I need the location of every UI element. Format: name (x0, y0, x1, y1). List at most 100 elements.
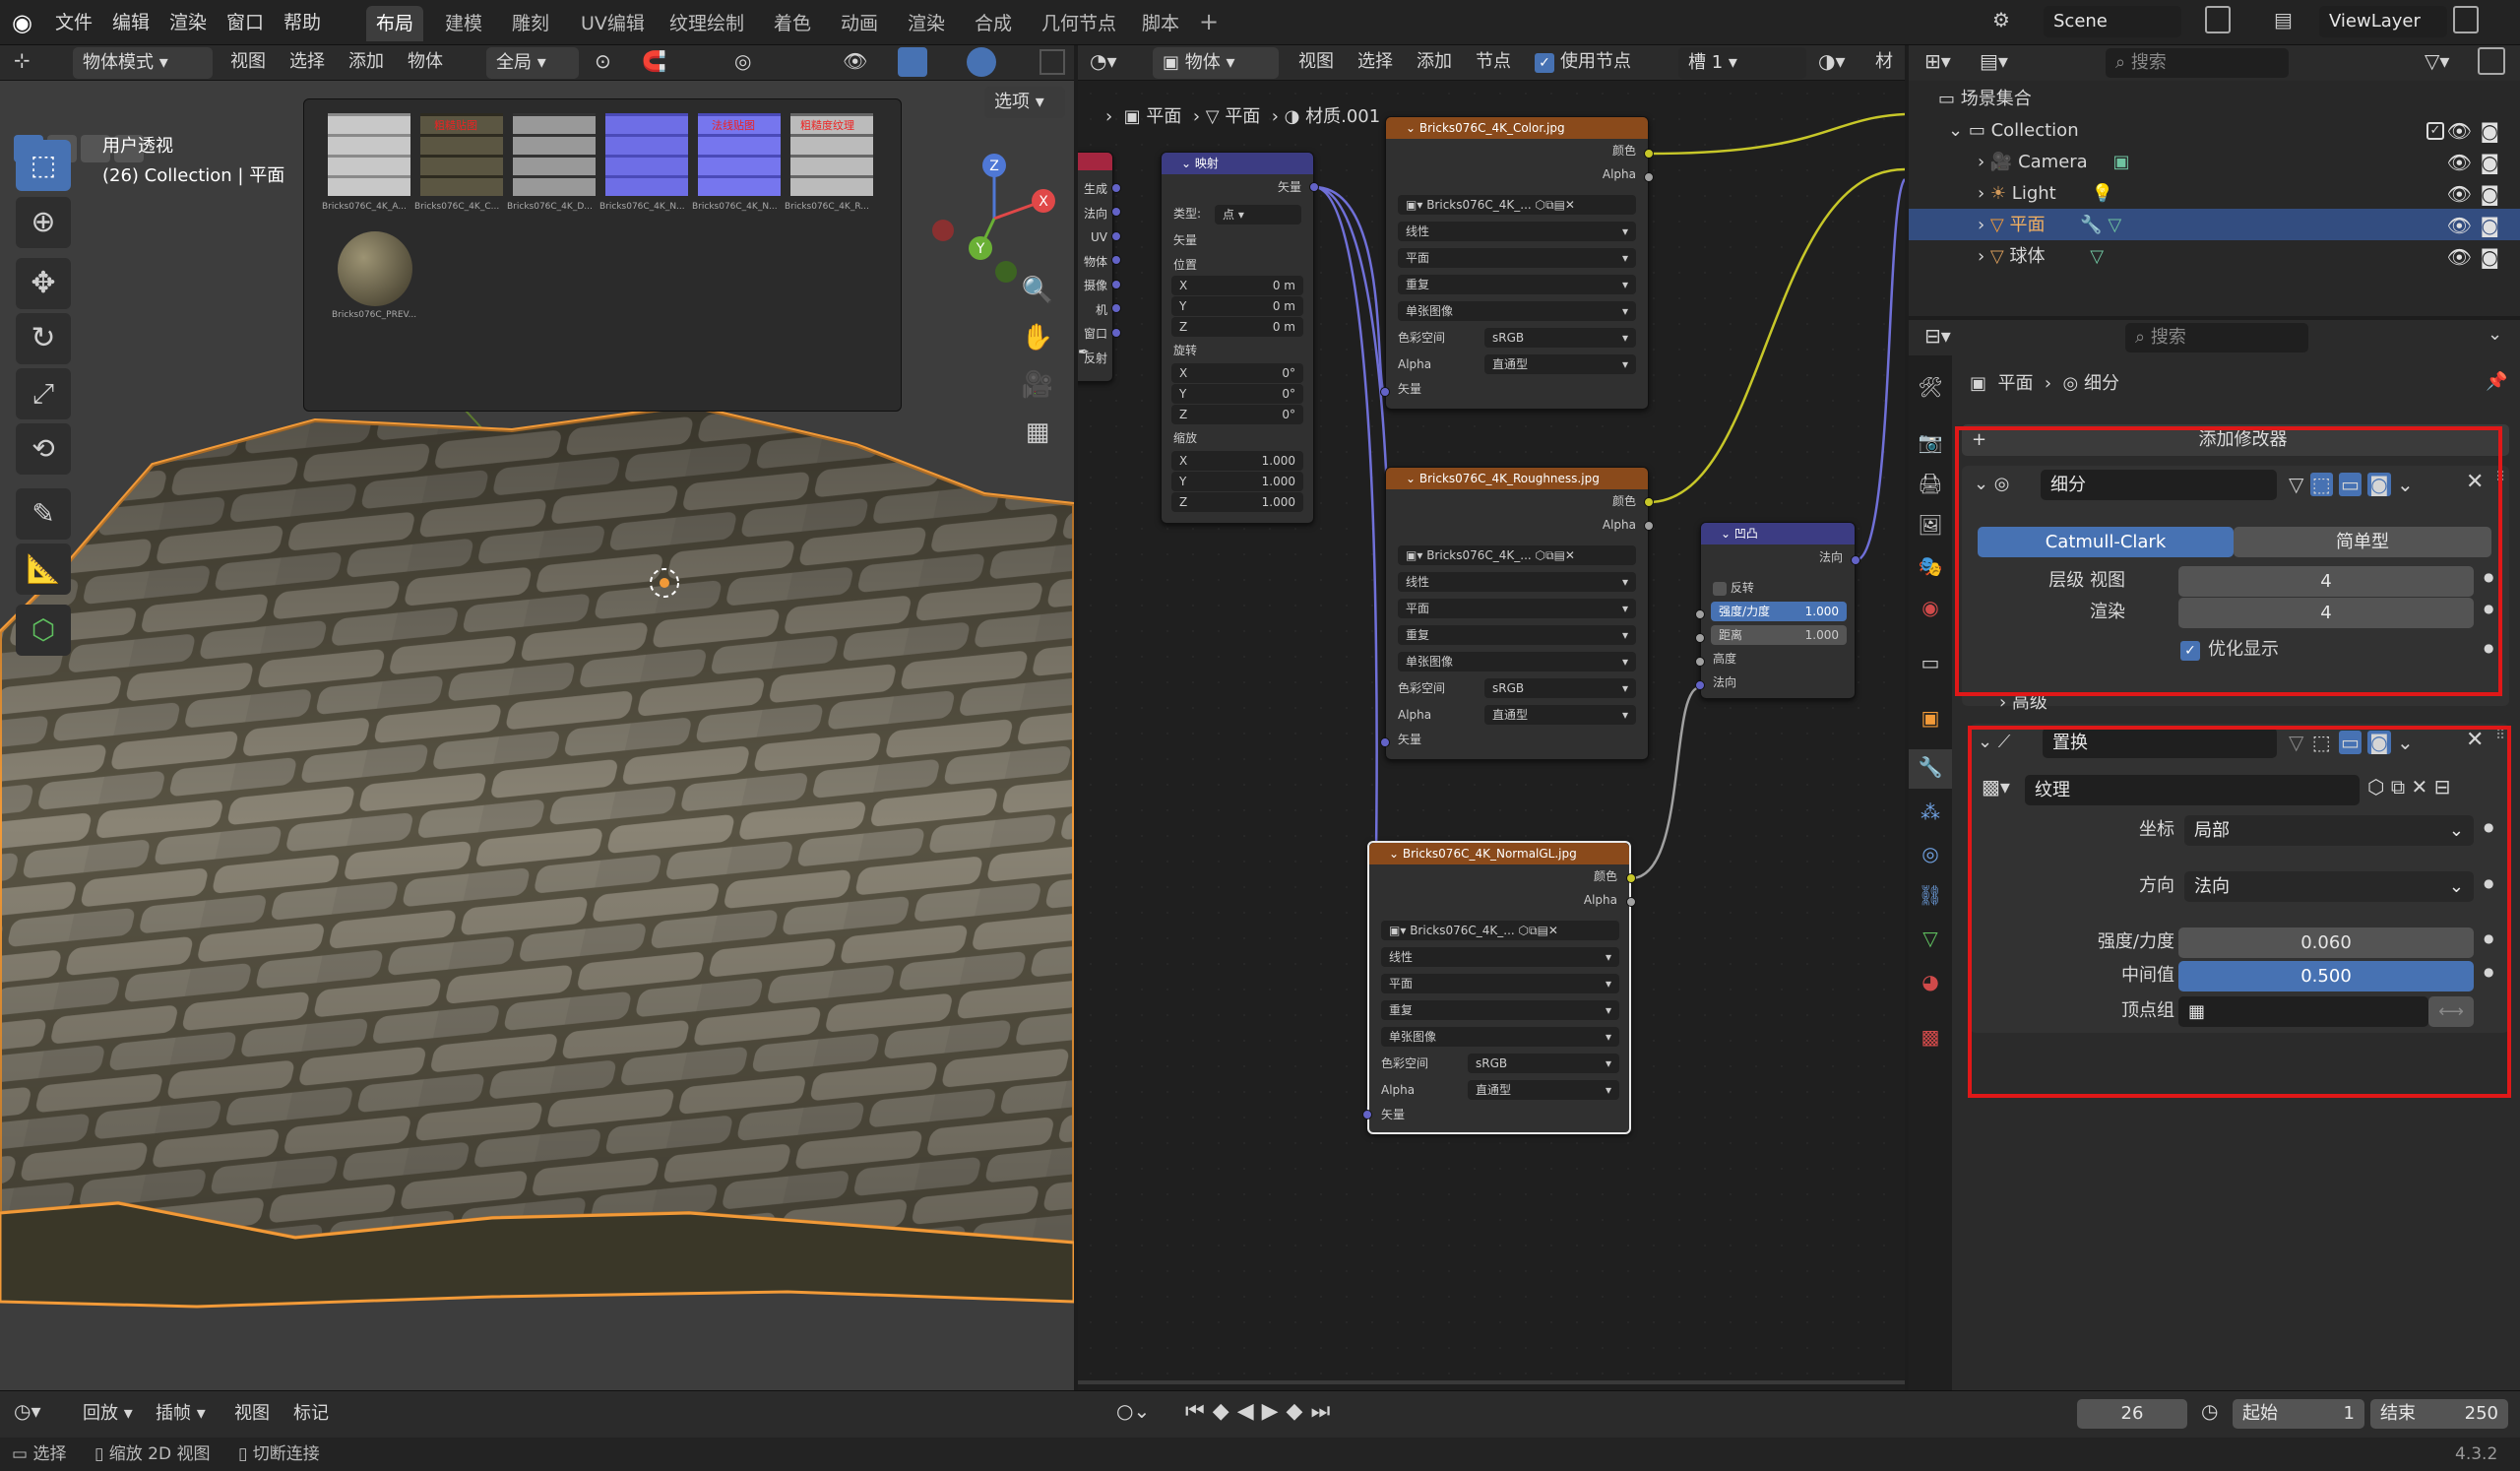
projection-dropdown[interactable]: 平面 ▾ (1398, 599, 1636, 618)
autokey-icon[interactable]: ○⌄ (1116, 1399, 1150, 1423)
marker-menu[interactable]: 标记 (293, 1399, 329, 1429)
perspective-grid-icon[interactable]: ▦ (1020, 417, 1055, 453)
rotation-z-field[interactable]: Z 0° (1171, 405, 1303, 424)
menu-select[interactable]: 选择 (289, 47, 325, 77)
display-mode-icon[interactable]: ▤▾ (1980, 49, 2008, 73)
node-menu-add[interactable]: 添加 (1417, 47, 1452, 77)
scene-tab-icon[interactable]: 🎭 (1915, 554, 1946, 578)
colorspace-dropdown[interactable]: sRGB ▾ (1468, 1054, 1619, 1073)
measure-tool-icon[interactable]: 📐 (16, 544, 71, 595)
scene-icon[interactable]: ⚙ (1992, 8, 2010, 32)
viewlayer-field[interactable]: ViewLayer (2319, 6, 2447, 37)
menu-edit[interactable]: 编辑 (104, 6, 158, 39)
shader-node-editor[interactable]: › ▣ 平面 › ▽ 平面 › ◑ 材质.001 生成 法向 UV 物体 摄像机 窗口 反射… (1078, 81, 1905, 1390)
properties-options-icon[interactable]: ⌄ (2488, 324, 2502, 345)
bump-strength-field[interactable]: 强度/力度 1.000 (1711, 602, 1847, 621)
color-out-socket[interactable] (1626, 873, 1636, 883)
alpha-mode-dropdown[interactable]: 直通型 ▾ (1484, 705, 1636, 725)
material-tab-icon[interactable]: ◕ (1915, 970, 1946, 993)
node-menu-select[interactable]: 选择 (1357, 47, 1393, 77)
transform-tool-icon[interactable]: ⟲ (16, 423, 71, 475)
tab-animation[interactable]: 动画 (831, 6, 888, 41)
mapping-out-socket[interactable] (1309, 182, 1319, 192)
camera-view-icon[interactable]: 🎥 (1020, 370, 1055, 406)
interp-dropdown[interactable]: 线性 ▾ (1398, 222, 1636, 241)
filter-icon[interactable]: ▽▾ (2425, 49, 2449, 73)
socket[interactable] (1111, 231, 1121, 241)
scale-z-field[interactable]: Z 1.000 (1171, 492, 1303, 512)
add-cube-tool-icon[interactable]: ⬡ (16, 605, 71, 656)
zoom-icon[interactable]: 🔍 (1020, 276, 1055, 311)
socket[interactable] (1111, 303, 1121, 313)
image-selector[interactable]: ▣▾ Bricks076C_4K_... ⬡⧉▤✕ (1398, 195, 1636, 215)
thumbnail-preview-sphere[interactable] (338, 231, 412, 306)
eye-icon[interactable]: 👁 (2447, 242, 2472, 272)
source-dropdown[interactable]: 单张图像 ▾ (1398, 301, 1636, 321)
3d-viewport[interactable]: ⬚ ⊕ ✥ ↻ ⤢ ⟲ ✎ 📐 ⬡ 用户透视 (26) Collection |… (0, 81, 1074, 1390)
menu-render[interactable]: 渲染 (161, 6, 215, 39)
add-workspace-icon[interactable]: + (1199, 8, 1219, 35)
source-dropdown[interactable]: 单张图像 ▾ (1398, 652, 1636, 672)
tab-shading[interactable]: 着色 (764, 6, 821, 41)
colorspace-dropdown[interactable]: sRGB ▾ (1484, 678, 1636, 698)
collection-row[interactable]: ⌄ ▭ Collection ✓ 👁 ◙ (1948, 116, 2499, 146)
menu-add[interactable]: 添加 (348, 47, 384, 77)
new-viewlayer-icon[interactable] (2453, 6, 2479, 33)
navigation-gizmo[interactable]: Z X Y (925, 150, 1063, 288)
proportional-icon[interactable]: ◎ (734, 49, 751, 73)
mapping-type-dropdown[interactable]: 点 ▾ (1215, 205, 1301, 224)
socket[interactable] (1695, 657, 1705, 667)
alpha-out-socket[interactable] (1644, 172, 1654, 182)
new-collection-icon[interactable] (2478, 47, 2505, 75)
socket[interactable] (1111, 328, 1121, 338)
pan-hand-icon[interactable]: ✋ (1020, 323, 1055, 358)
menu-object[interactable]: 物体 (408, 47, 443, 77)
output-tab-icon[interactable]: 🖨 (1915, 472, 1946, 495)
invert-row[interactable]: 反转 (1701, 576, 1855, 600)
thumbnail-normal-1[interactable] (605, 113, 688, 196)
image-texture-normal-node[interactable]: ⌄ Bricks076C_4K_NormalGL.jpg 颜色 Alpha ▣▾… (1367, 841, 1631, 1134)
viewlayer-icon[interactable]: ▤ (2274, 8, 2293, 32)
thumbnail-ao[interactable] (328, 113, 410, 196)
particles-tab-icon[interactable]: ⁂ (1915, 800, 1946, 824)
object-tab-icon[interactable]: ▣ (1915, 706, 1946, 730)
eyedropper-icon[interactable]: ✒ (1078, 345, 1090, 360)
material-sphere-icon[interactable]: ◑▾ (1818, 49, 1846, 73)
texture-tab-icon[interactable]: ▩ (1915, 1025, 1946, 1049)
eye-icon[interactable]: 👁 (2447, 211, 2472, 240)
visibility-icon[interactable]: 👁 (843, 49, 867, 73)
outliner-item-sphere[interactable]: › ▽ 球体 ▽ 👁 ◙ (1978, 242, 2499, 272)
outliner-item-camera[interactable]: › 🎥 Camera ▣ 👁 ◙ (1978, 148, 2499, 177)
rotate-tool-icon[interactable]: ↻ (16, 313, 71, 364)
socket[interactable] (1111, 280, 1121, 289)
slot-dropdown[interactable]: 槽 1 ▾ (1678, 47, 1806, 79)
constraints-tab-icon[interactable]: ⛓ (1915, 883, 1946, 907)
menu-help[interactable]: 帮助 (276, 6, 329, 39)
image-selector[interactable]: ▣▾ Bricks076C_4K_... ⬡⧉▤✕ (1381, 921, 1619, 940)
render-camera-icon[interactable]: ◙ (2481, 179, 2499, 209)
projection-dropdown[interactable]: 平面 ▾ (1398, 248, 1636, 268)
eye-icon[interactable]: 👁 (2447, 116, 2472, 146)
render-tab-icon[interactable]: 📷 (1915, 430, 1946, 454)
playback-controls[interactable]: ⏮◆◀▶◆⏭ (1185, 1399, 1382, 1424)
thumbnail-color[interactable]: 粗糙贴图 (420, 113, 503, 196)
color-out-socket[interactable] (1644, 497, 1654, 507)
scale-tool-icon[interactable]: ⤢ (16, 368, 71, 419)
node-menu-node[interactable]: 节点 (1476, 47, 1511, 77)
color-out-socket[interactable] (1644, 149, 1654, 159)
location-x-field[interactable]: X0 m (1171, 276, 1303, 295)
extension-dropdown[interactable]: 重复 ▾ (1398, 275, 1636, 294)
socket[interactable] (1695, 633, 1705, 643)
thumbnail-roughness[interactable]: 粗糙度纹理 (790, 113, 873, 196)
properties-search-input[interactable]: ⌕ 搜索 (2125, 323, 2308, 352)
bump-node[interactable]: ⌄ 凹凸 法向 反转 强度/力度 1.000 距离 1.000 高度 法向 (1700, 522, 1856, 699)
source-dropdown[interactable]: 单张图像 ▾ (1381, 1027, 1619, 1047)
playback-menu[interactable]: 回放 ▾ (83, 1399, 133, 1429)
menu-window[interactable]: 窗口 (219, 6, 272, 39)
shader-type-dropdown[interactable]: ▣ 物体 ▾ (1153, 47, 1279, 79)
thumbnail-normal-2[interactable]: 法线贴图 (698, 113, 781, 196)
projection-dropdown[interactable]: 平面 ▾ (1381, 974, 1619, 993)
extension-dropdown[interactable]: 重复 ▾ (1398, 625, 1636, 645)
blender-logo-icon[interactable]: ◉ (12, 8, 41, 37)
extension-dropdown[interactable]: 重复 ▾ (1381, 1000, 1619, 1020)
